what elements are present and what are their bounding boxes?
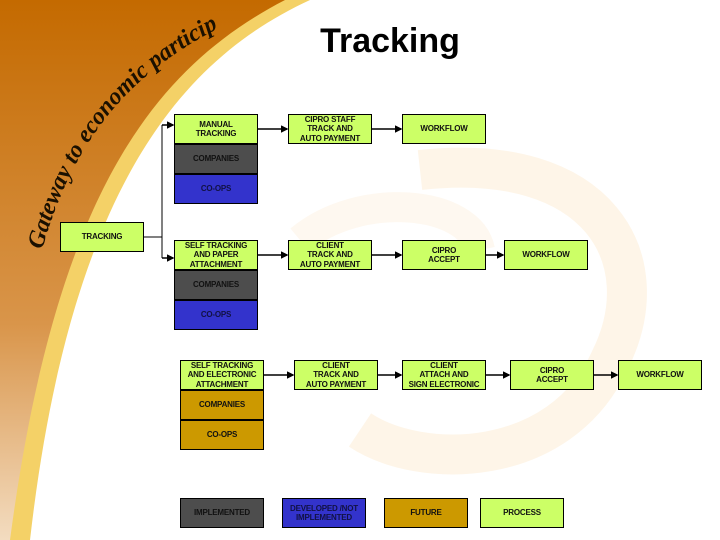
coops-status-box: CO-OPS [174,174,258,204]
slide-title: Tracking [320,22,460,60]
tagline-layer: Gateway to economic participation [0,0,221,252]
process-step-box: MANUAL TRACKING [174,114,258,144]
process-step-box: WORKFLOW [402,114,486,144]
root-tracking-box: TRACKING [60,222,144,252]
process-step-box: CIPRO ACCEPT [510,360,594,390]
process-step-box: CLIENT TRACK AND AUTO PAYMENT [288,240,372,270]
companies-status-box: COMPANIES [174,144,258,174]
coops-status-box: CO-OPS [174,300,258,330]
process-step-box: CIPRO ACCEPT [402,240,486,270]
process-step-box: SELF TRACKING AND PAPER ATTACHMENT [174,240,258,270]
legend-item-developed-not-implemented: DEVELOPED /NOT IMPLEMENTED [282,498,366,528]
legend-item-implemented: IMPLEMENTED [180,498,264,528]
companies-status-box: COMPANIES [174,270,258,300]
process-step-box: CLIENT TRACK AND AUTO PAYMENT [294,360,378,390]
process-step-box: WORKFLOW [618,360,702,390]
process-step-box: CLIENT ATTACH AND SIGN ELECTRONIC [402,360,486,390]
legend-item-process: PROCESS [480,498,564,528]
process-step-box: CIPRO STAFF TRACK AND AUTO PAYMENT [288,114,372,144]
companies-status-box: COMPANIES [180,390,264,420]
coops-status-box: CO-OPS [180,420,264,450]
process-step-box: SELF TRACKING AND ELECTRONIC ATTACHMENT [180,360,264,390]
process-step-box: WORKFLOW [504,240,588,270]
legend-item-future: FUTURE [384,498,468,528]
